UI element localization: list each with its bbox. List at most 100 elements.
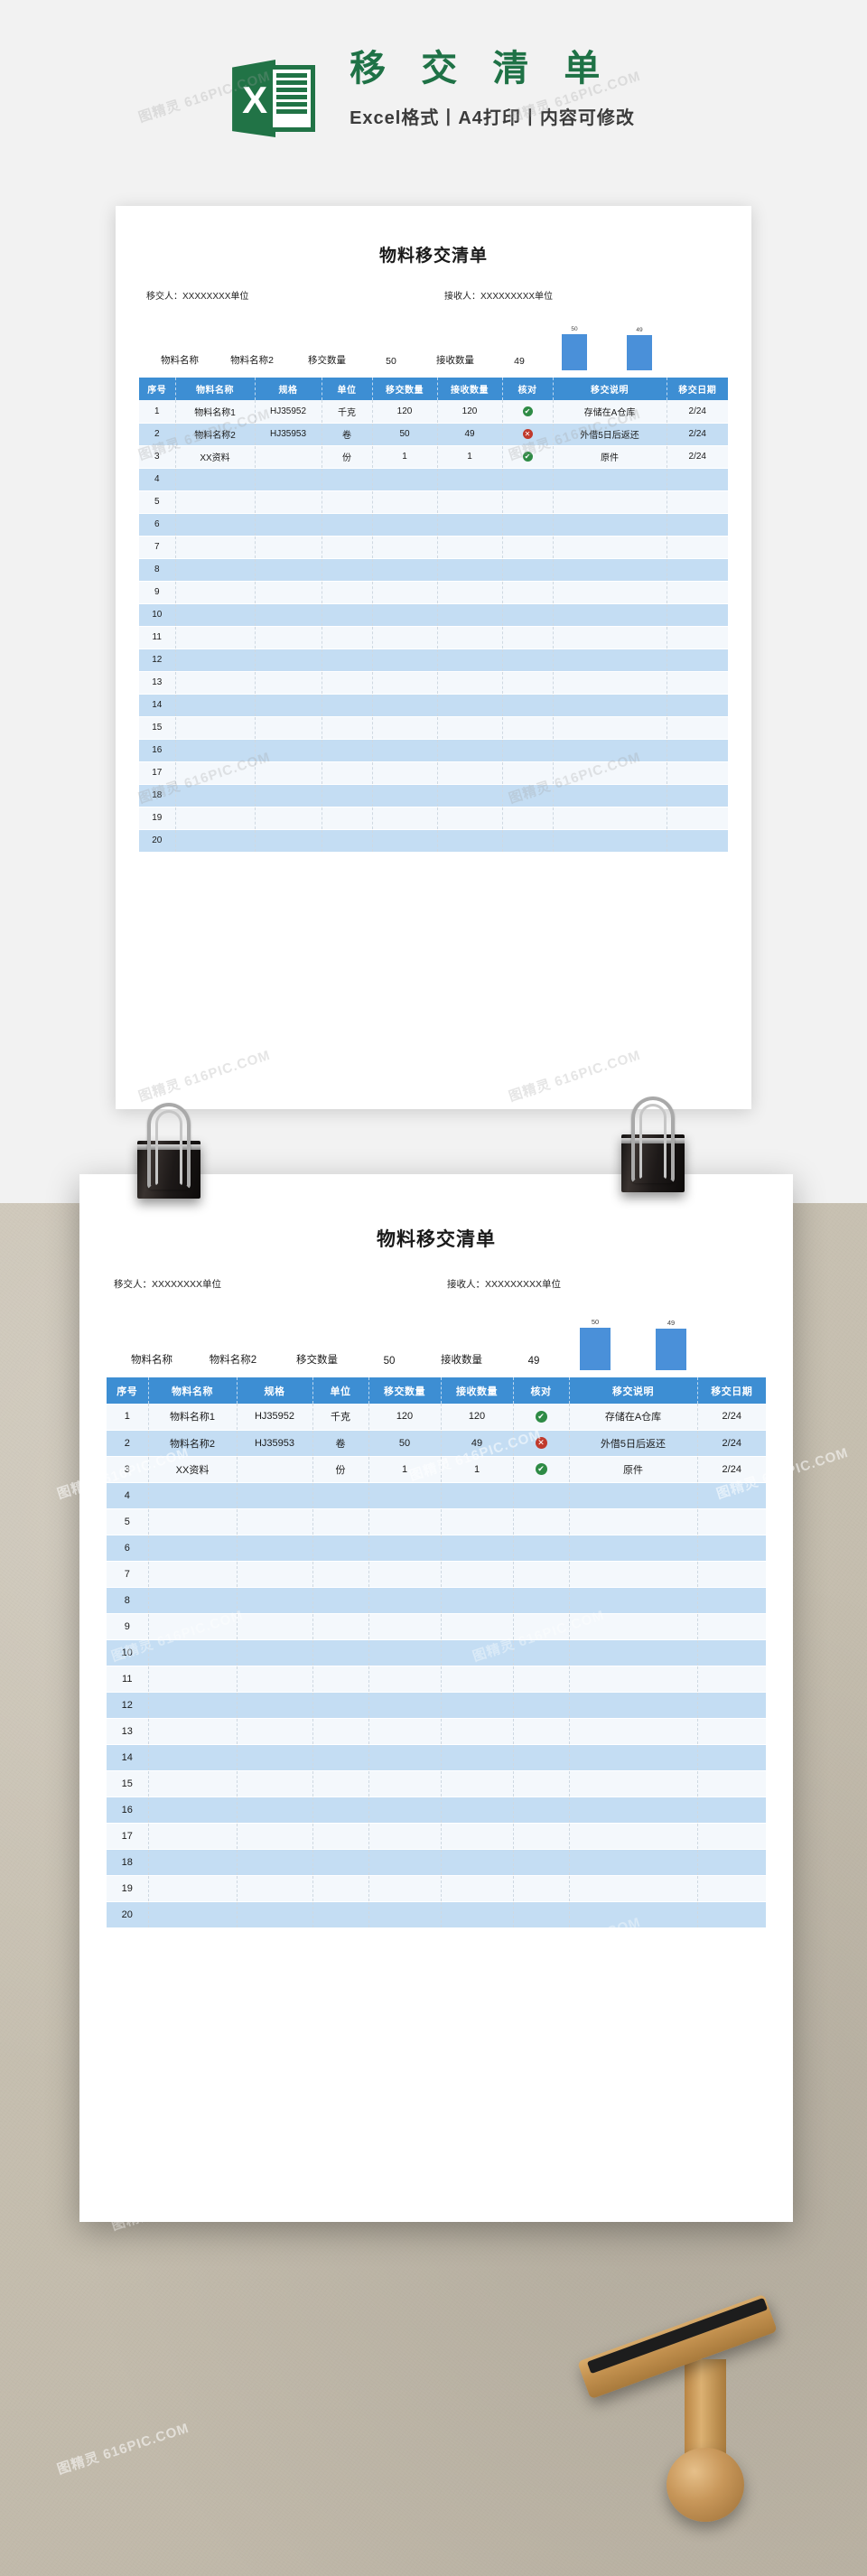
cell-spec [255, 671, 322, 695]
cell-check [502, 671, 554, 695]
cell-check [502, 581, 554, 604]
chart-bar [580, 1328, 611, 1370]
cell-idx: 20 [139, 829, 176, 853]
table-row: 10 [107, 1639, 766, 1666]
cell-check [513, 1535, 570, 1562]
cell-spec [255, 558, 322, 582]
table-row: 9 [139, 581, 728, 604]
cell-idx: 8 [107, 1587, 149, 1614]
chart-bar-label: 50 [591, 1318, 600, 1326]
cell-desc [553, 536, 667, 559]
cell-date [667, 694, 728, 717]
cell-spec [237, 1901, 313, 1928]
cell-date: 2/24 [697, 1430, 766, 1457]
cell-date [697, 1561, 766, 1588]
table-header-row: 序号 物料名称 规格 单位 移交数量 接收数量 核对 移交说明 移交日期 [139, 378, 728, 400]
table-row: 5 [139, 490, 728, 514]
cell-name [148, 1744, 238, 1771]
column-header-2: 规格 [255, 378, 322, 400]
summary-bar-chart: 50 49 [547, 318, 721, 370]
table-row: 1 物料名称1 HJ35952 千克 120 120 ✔ 存储在A仓库 2/24 [107, 1404, 766, 1431]
cell-out [368, 1875, 442, 1902]
cell-out [372, 739, 438, 762]
cell-idx: 17 [107, 1823, 149, 1850]
cell-out [368, 1718, 442, 1745]
summary-name-value: 物料名称2 [209, 1355, 257, 1366]
cell-unit [322, 694, 373, 717]
cell-name: XX资料 [148, 1456, 238, 1483]
table-row: 17 [107, 1823, 766, 1850]
cell-check: ✕ [513, 1430, 570, 1457]
cell-check [513, 1823, 570, 1850]
cell-date [697, 1823, 766, 1850]
table-row: 11 [107, 1666, 766, 1693]
cell-out [368, 1508, 442, 1535]
chart-bar-label: 49 [636, 327, 643, 333]
rubber-stamp-icon [577, 2293, 849, 2565]
cell-idx: 1 [139, 400, 176, 424]
cell-out [372, 761, 438, 785]
cell-name: 物料名称1 [175, 400, 256, 424]
cell-unit [322, 807, 373, 830]
cell-unit: 千克 [322, 400, 373, 424]
cell-name [175, 603, 256, 627]
cell-check [513, 1718, 570, 1745]
cell-name [175, 558, 256, 582]
cell-desc: 原件 [569, 1456, 698, 1483]
cell-idx: 13 [107, 1718, 149, 1745]
cell-spec [237, 1587, 313, 1614]
cell-name [175, 694, 256, 717]
cell-idx: 13 [139, 671, 176, 695]
cell-name [148, 1797, 238, 1824]
cell-in: 49 [441, 1430, 514, 1457]
check-fail-icon: ✕ [535, 1437, 547, 1449]
cell-idx: 18 [107, 1849, 149, 1876]
summary-out-label: 移交数量 [296, 1355, 338, 1366]
cell-date [697, 1797, 766, 1824]
cell-check [513, 1561, 570, 1588]
summary-in-value: 49 [514, 356, 525, 367]
binder-clip-handle-inner [639, 1104, 667, 1180]
column-header-6: 核对 [513, 1377, 570, 1404]
cell-name [148, 1508, 238, 1535]
cell-spec [237, 1849, 313, 1876]
cell-spec [237, 1456, 313, 1483]
cell-check [513, 1744, 570, 1771]
excel-logo-sheet [268, 65, 316, 132]
cell-name [148, 1666, 238, 1693]
cell-idx: 14 [107, 1744, 149, 1771]
table-row: 19 [107, 1875, 766, 1902]
cell-desc [553, 603, 667, 627]
column-header-1: 物料名称 [175, 378, 256, 400]
document-title: 物料移交清单 [378, 247, 488, 266]
check-ok-icon: ✔ [522, 451, 533, 462]
cell-spec [237, 1508, 313, 1535]
cell-unit [312, 1875, 369, 1902]
cell-desc [553, 671, 667, 695]
table-row: 12 [107, 1692, 766, 1719]
cell-in [441, 1875, 514, 1902]
cell-out [372, 784, 438, 807]
table-row: 8 [139, 558, 728, 582]
cell-date [667, 716, 728, 740]
cell-name [175, 829, 256, 853]
cell-date [667, 807, 728, 830]
check-ok-icon: ✔ [522, 406, 533, 416]
cell-idx: 19 [107, 1875, 149, 1902]
cell-unit [322, 829, 373, 853]
table-row: 10 [139, 603, 728, 627]
cell-unit [312, 1639, 369, 1666]
cell-spec [237, 1535, 313, 1562]
cell-date [667, 603, 728, 627]
cell-in: 1 [437, 445, 503, 469]
column-header-8: 移交日期 [697, 1377, 766, 1404]
table-row: 18 [107, 1849, 766, 1876]
promo-text-block: 移 交 清 单 Excel格式丨A4打印丨内容可修改 [350, 40, 635, 129]
cell-name [175, 784, 256, 807]
cell-desc: 原件 [553, 445, 667, 469]
cell-unit [312, 1823, 369, 1850]
cell-desc [553, 581, 667, 604]
cell-in [441, 1770, 514, 1797]
cell-date [697, 1770, 766, 1797]
cell-desc [553, 829, 667, 853]
